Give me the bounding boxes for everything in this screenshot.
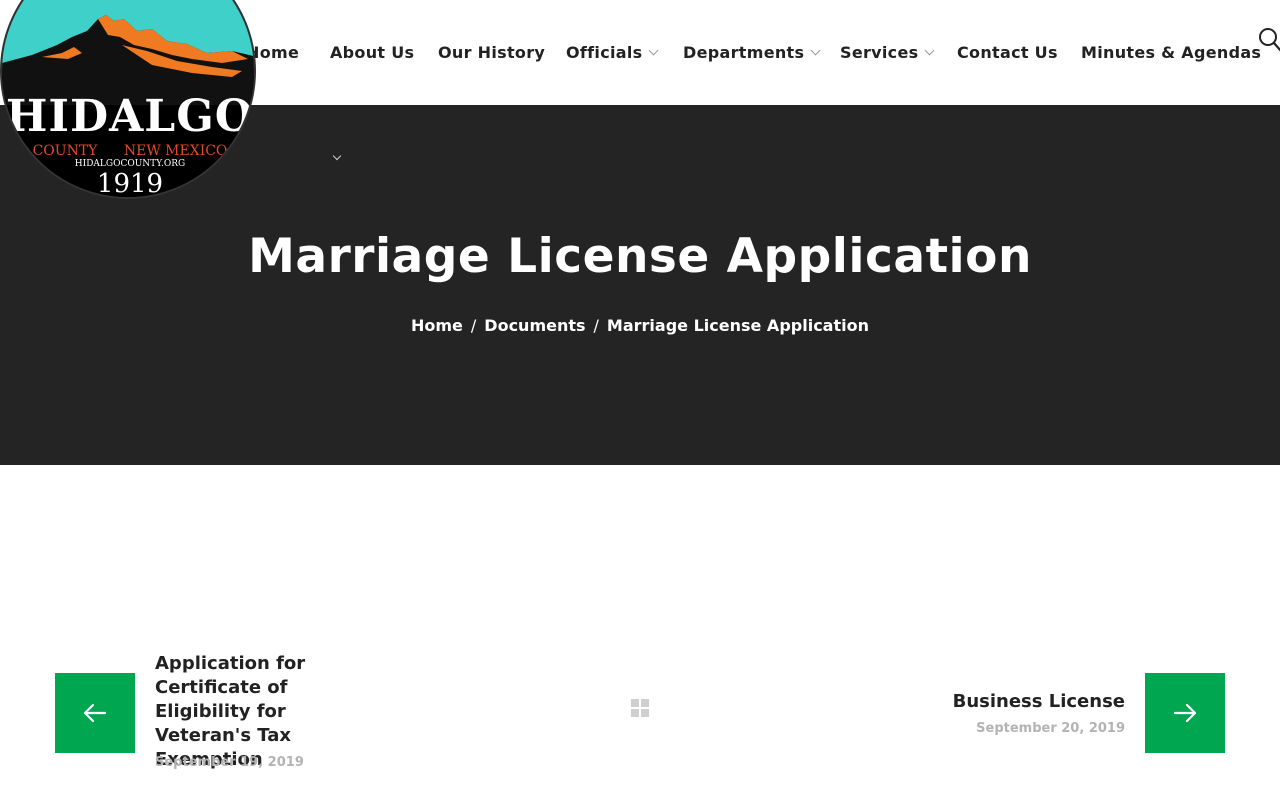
grid-square <box>631 709 639 717</box>
nav-item-our-history[interactable]: Our History <box>438 43 545 62</box>
nav-item-label: About Us <box>330 43 415 62</box>
breadcrumb-separator: / <box>593 316 599 335</box>
nav-item-label: Officials <box>566 43 643 62</box>
grid-icon[interactable] <box>631 699 649 717</box>
chevron-down-icon <box>332 151 342 161</box>
chevron-down-icon <box>810 45 821 56</box>
site-logo[interactable]: HIDALGO COUNTY NEW MEXICO HIDALGOCOUNTY.… <box>0 0 256 199</box>
nav-item-label: Our History <box>438 43 546 62</box>
page-title: Marriage License Application <box>248 229 1032 284</box>
next-post-date: September 20, 2019 <box>976 721 1125 736</box>
breadcrumb: Home / Documents / Marriage License Applicat… <box>0 316 1280 335</box>
nav-item-services[interactable]: Services <box>840 43 935 62</box>
logo-state: NEW MEXICO <box>123 143 228 159</box>
search-icon[interactable] <box>1258 27 1280 53</box>
chevron-down-icon <box>925 45 935 56</box>
breadcrumb-documents-link[interactable]: Documents <box>484 316 585 335</box>
next-post-title[interactable]: Business License <box>953 690 1125 714</box>
arrow-left-icon <box>83 703 107 723</box>
grid-square <box>641 709 649 717</box>
logo-subtitle: COUNTY NEW MEXICO <box>2 143 254 159</box>
grid-square <box>631 699 639 707</box>
breadcrumb-current: Marriage License Application <box>606 316 869 335</box>
logo-county: COUNTY <box>32 143 98 159</box>
nav-item-label: Departments <box>683 43 805 62</box>
nav-item-officials[interactable]: Officials <box>566 43 659 62</box>
prev-post-button[interactable] <box>55 673 135 753</box>
nav-item-label: Services <box>840 43 919 62</box>
prev-post-date: September 19, 2019 <box>155 755 304 770</box>
grid-square <box>641 699 649 707</box>
logo-year: 1919 <box>96 169 164 199</box>
nav-item-departments[interactable]: Departments <box>683 43 821 62</box>
prev-post-title[interactable]: Application for Certificate of Eligibili… <box>155 652 375 772</box>
nav-item-label: Minutes & Agendas <box>1081 43 1262 62</box>
nav-item-minutes-agendas[interactable]: Minutes & Agendas <box>1081 43 1261 62</box>
logo-website: HIDALGOCOUNTY.ORG <box>74 159 186 169</box>
hidden-menu-item <box>250 150 342 166</box>
breadcrumb-home-link[interactable]: Home <box>411 316 463 335</box>
logo-name: HIDALGO <box>5 91 255 142</box>
nav-item-label: Contact Us <box>957 43 1058 62</box>
nav-item-about-us[interactable]: About Us <box>330 43 414 62</box>
nav-item-contact-us[interactable]: Contact Us <box>957 43 1058 62</box>
next-post-button[interactable] <box>1145 673 1225 753</box>
chevron-down-icon <box>649 45 659 56</box>
arrow-right-icon <box>1173 703 1197 723</box>
breadcrumb-separator: / <box>470 316 477 335</box>
